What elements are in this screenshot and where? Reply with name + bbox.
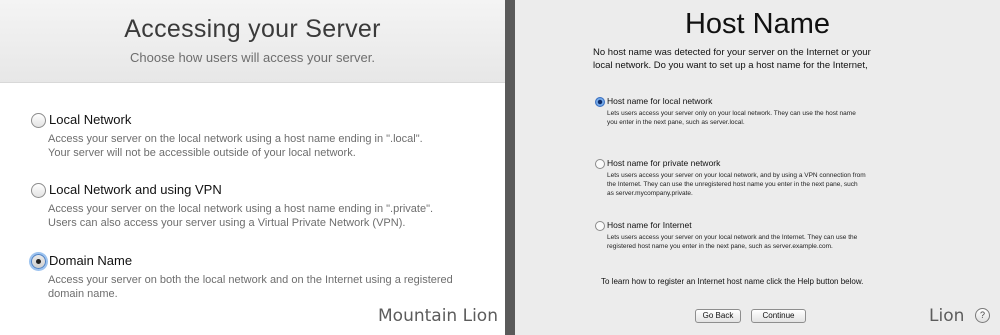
option-description: Lets users access your server only on yo…	[607, 110, 856, 126]
pane-divider	[505, 0, 515, 335]
option-description: Access your server on both the local net…	[48, 274, 453, 300]
go-back-button[interactable]: Go Back	[695, 309, 741, 323]
option-description: Lets users access your server on your lo…	[607, 172, 866, 197]
continue-button[interactable]: Continue	[751, 309, 806, 323]
option-label[interactable]: Local Network and using VPN	[49, 182, 222, 197]
mountain-lion-caption: Mountain Lion	[378, 306, 498, 326]
page-title: Accessing your Server	[124, 15, 381, 43]
option-description: Lets users access your server on your lo…	[607, 234, 858, 250]
domain-name-radio[interactable]	[31, 254, 46, 269]
help-icon[interactable]: ?	[975, 308, 990, 323]
intro-text: No host name was detected for your serve…	[593, 47, 871, 71]
option-label[interactable]: Local Network	[49, 112, 131, 127]
option-description: Access your server on the local network …	[48, 133, 423, 159]
lion-pane: Host Name No host name was detected for …	[515, 0, 1000, 335]
internet-host-name-radio[interactable]	[595, 221, 605, 231]
option-label[interactable]: Host name for private network	[607, 158, 720, 168]
option-label[interactable]: Host name for Internet	[607, 220, 692, 230]
help-instructions: To learn how to register an Internet hos…	[601, 277, 864, 286]
header: Accessing your Server Choose how users w…	[0, 0, 505, 83]
local-host-name-radio[interactable]	[595, 97, 605, 107]
mountain-lion-pane: Accessing your Server Choose how users w…	[0, 0, 505, 335]
lion-caption: Lion	[929, 306, 965, 326]
local-network-vpn-radio[interactable]	[31, 183, 46, 198]
option-label[interactable]: Domain Name	[49, 253, 132, 268]
option-description: Access your server on the local network …	[48, 203, 434, 229]
private-host-name-radio[interactable]	[595, 159, 605, 169]
page-title: Host Name	[684, 8, 831, 40]
page-subtitle: Choose how users will access your server…	[130, 50, 375, 65]
option-label[interactable]: Host name for local network	[607, 96, 712, 106]
local-network-radio[interactable]	[31, 113, 46, 128]
